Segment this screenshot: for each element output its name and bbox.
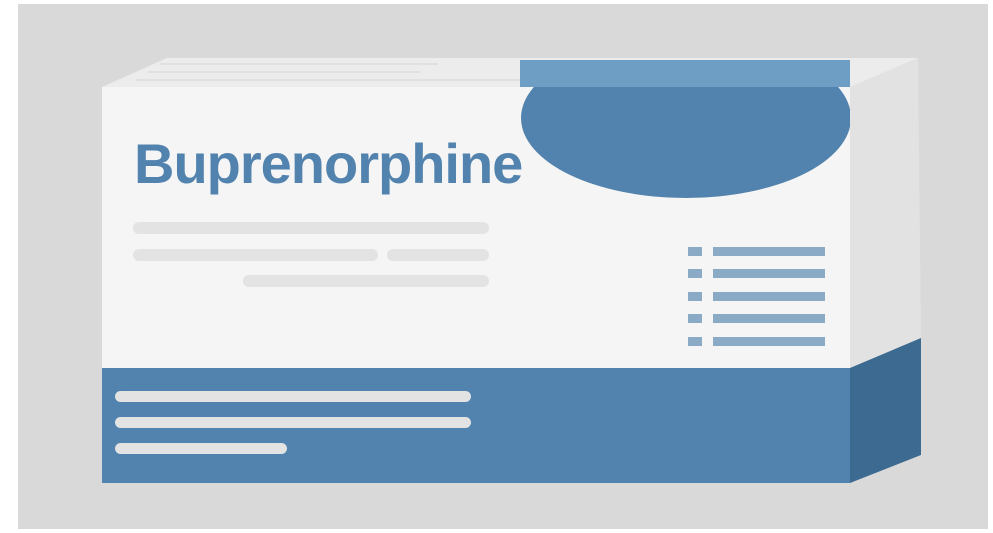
band-line — [115, 391, 471, 402]
bullet-line — [713, 269, 825, 278]
illustration-frame: Buprenorphine — [0, 0, 993, 533]
medicine-box-illustration: Buprenorphine — [18, 4, 988, 529]
bullet-marker — [688, 292, 702, 301]
placeholder-line — [387, 249, 489, 261]
bullet-line — [713, 292, 825, 301]
product-title: Buprenorphine — [134, 132, 522, 195]
placeholder-line — [133, 222, 489, 234]
logo-oval — [520, 60, 850, 198]
band-line — [115, 443, 287, 454]
bullet-marker — [688, 269, 702, 278]
bullet-line — [713, 247, 825, 256]
placeholder-line — [243, 275, 489, 287]
placeholder-line — [133, 249, 378, 261]
box-side-face — [850, 58, 921, 368]
bullet-line — [713, 337, 825, 346]
bullet-marker — [688, 314, 702, 323]
band-line — [115, 417, 471, 428]
bullet-marker — [688, 337, 702, 346]
bullet-marker — [688, 247, 702, 256]
bullet-line — [713, 314, 825, 323]
